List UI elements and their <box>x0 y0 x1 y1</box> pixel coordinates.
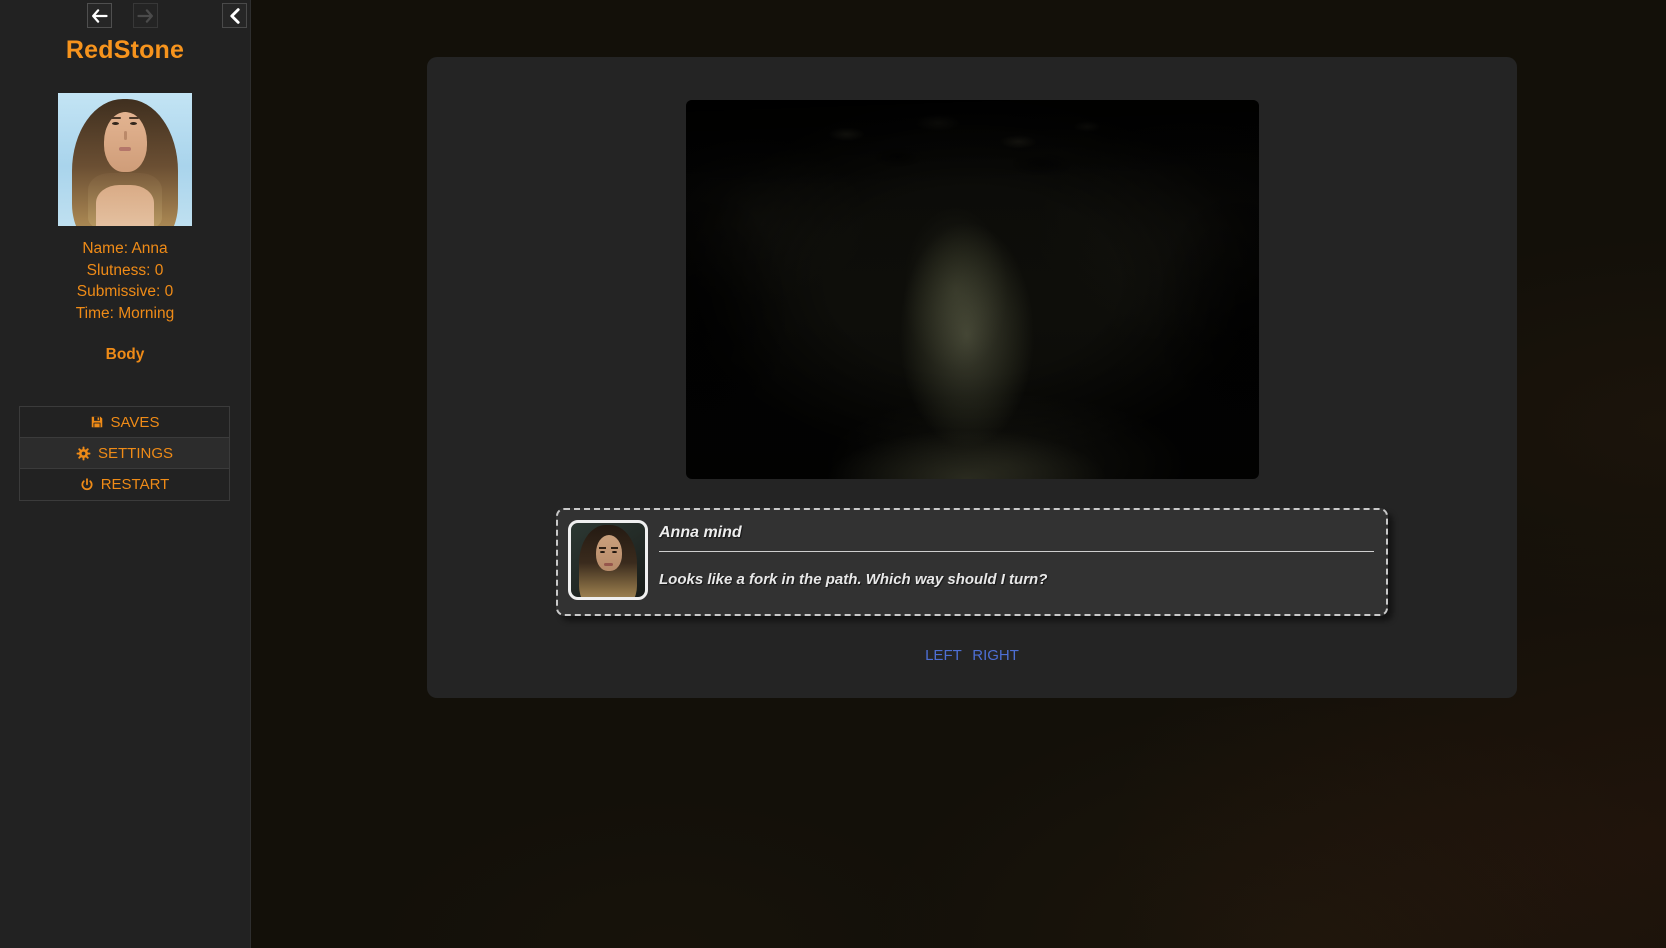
settings-button-label: SETTINGS <box>98 445 173 462</box>
history-back-button[interactable] <box>87 3 112 28</box>
restart-button[interactable]: RESTART <box>20 469 229 500</box>
scene-image-cave <box>686 100 1259 479</box>
character-stats: Name: Anna Slutness: 0 Submissive: 0 Tim… <box>0 238 250 324</box>
choice-left-link[interactable]: LEFT <box>925 647 962 664</box>
sidebar-menu: SAVES SETTINGS <box>19 406 230 501</box>
dialogue-box: Anna mind Looks like a fork in the path.… <box>556 508 1388 616</box>
saves-button-label: SAVES <box>111 414 160 431</box>
choice-links: LEFT RIGHT <box>427 647 1517 665</box>
stat-slutness: Slutness: 0 <box>0 260 250 282</box>
dialogue-body: Anna mind Looks like a fork in the path.… <box>659 520 1374 600</box>
stat-name: Name: Anna <box>0 238 250 260</box>
story-panel: Anna mind Looks like a fork in the path.… <box>427 57 1517 698</box>
app-title: RedStone <box>0 36 250 65</box>
power-icon <box>80 478 94 492</box>
history-forward-button[interactable] <box>133 3 158 28</box>
dialogue-divider <box>659 551 1374 552</box>
choice-right-link[interactable]: RIGHT <box>972 647 1019 664</box>
restart-button-label: RESTART <box>101 476 170 493</box>
character-portrait <box>58 93 192 226</box>
gear-icon <box>76 446 91 461</box>
arrow-right-icon <box>137 9 154 23</box>
arrow-left-icon <box>91 9 108 23</box>
sidebar: RedStone Name: Anna Slutness: 0 Submissi… <box>0 0 251 948</box>
body-link[interactable]: Body <box>0 346 250 364</box>
saves-button[interactable]: SAVES <box>20 407 229 438</box>
settings-button[interactable]: SETTINGS <box>20 438 229 469</box>
speaker-avatar <box>568 520 648 600</box>
dialogue-text: Looks like a fork in the path. Which way… <box>659 571 1374 588</box>
character-portrait-image <box>58 93 192 226</box>
stat-time: Time: Morning <box>0 303 250 325</box>
floppy-disk-icon <box>90 415 104 429</box>
speaker-name: Anna mind <box>659 524 1374 542</box>
stat-submissive: Submissive: 0 <box>0 281 250 303</box>
sidebar-collapse-button[interactable] <box>222 3 247 28</box>
chevron-left-icon <box>229 8 241 24</box>
